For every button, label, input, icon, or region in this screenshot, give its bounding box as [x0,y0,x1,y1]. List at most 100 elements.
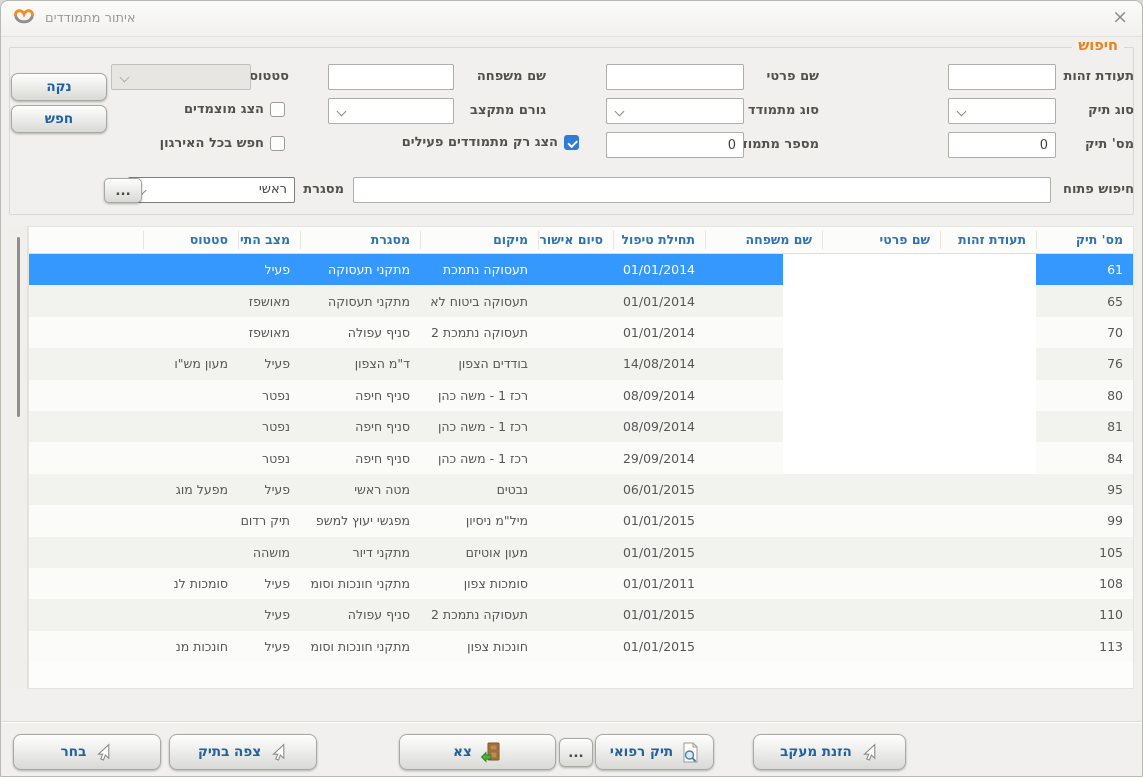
cell-file_state: נפטר [238,451,300,466]
close-icon[interactable]: × [1112,7,1128,27]
header-cell-first_name[interactable]: שם פרטי [822,231,940,249]
header-cell-file_no[interactable]: מס' תיק [1036,231,1133,249]
header-cell-status[interactable]: סטטוס [143,231,238,249]
vertical-scrollbar[interactable] [9,226,28,689]
cell-location: רכז 1 - משה כהן [420,419,538,434]
table-row[interactable]: 11301/01/2015חונכות צפוןמתקני חונכות וסו… [29,631,1133,662]
exit-button[interactable]: צא [399,734,556,770]
track-entry-label: הזנת מעקב [780,744,852,760]
candidate-no-label: מספר מתמודד [732,137,819,152]
open-search-input[interactable] [353,177,1051,203]
cell-framework: ד"מ הצפון [300,356,420,371]
medical-file-icon [681,742,699,763]
scrollbar-thumb[interactable] [17,237,20,417]
cell-framework: מפגשי יעוץ למשפ [300,513,420,528]
framework-value: ראשי [259,182,287,197]
file-no-input[interactable] [948,132,1056,158]
window-title: איתור מתמודדים [45,11,136,26]
select-button[interactable]: בחר [13,734,161,770]
table-row[interactable]: 10501/01/2015מעון אוטיזםמתקני דיורמושהה [29,537,1133,568]
cell-framework: סניף חיפה [300,419,420,434]
active-only-checkbox[interactable] [564,135,579,150]
cell-framework: סניף עפולה [300,325,420,340]
cell-location: תעסוקה נתמכת 2 [420,607,538,622]
first-name-input[interactable] [606,64,744,90]
budget-source-select[interactable] [328,98,454,124]
header-cell-start_date[interactable]: תחילת טיפול [613,231,705,249]
candidate-type-label: סוג מתמודד [748,103,819,118]
chevron-down-icon [337,107,347,117]
medical-file-button[interactable]: תיק רפואי [595,734,714,770]
status-label: סטטוס [249,69,289,84]
cell-location: בודדים הצפון [420,356,538,371]
candidate-no-input[interactable] [606,132,744,158]
cell-file_no: 70 [1036,325,1133,340]
track-entry-button[interactable]: הזנת מעקב [753,734,906,770]
cell-location: רכז 1 - משה כהן [420,451,538,466]
cell-location: תעסוקה ביטוח לא [420,294,538,309]
id-input[interactable] [948,64,1056,90]
active-only-row: הצג רק מתמודדים פעילים [402,135,579,150]
header-cell-id[interactable]: תעודת זהות [940,231,1036,249]
header-cell-end_date[interactable]: סיום אישור [538,231,613,249]
chevron-down-icon [957,107,967,117]
table-row[interactable]: 10801/01/2011סומכות צפוןמתקני חונכות וסו… [29,568,1133,599]
dialog-window: איתור מתמודדים × חיפוש תעודת זהות שם פרט… [0,0,1143,777]
cell-file_state: פעיל [238,482,300,497]
cursor-icon [94,743,113,762]
file-type-select[interactable] [948,98,1056,124]
header-cell-framework[interactable]: מסגרת [300,231,420,249]
cell-framework: סניף חיפה [300,388,420,403]
cell-status: סומכות לנ [143,576,238,591]
cell-file_no: 105 [1036,545,1133,560]
search-all-org-checkbox[interactable] [270,136,285,151]
first-name-label: שם פרטי [767,69,819,84]
title-bar: איתור מתמודדים × [1,1,1142,37]
redacted-names-area [783,254,1036,474]
cell-file_state: פעיל [238,639,300,654]
table-row[interactable]: 9901/01/2015מיל"מ ניסיוןמפגשי יעוץ למשפת… [29,505,1133,536]
framework-browse-button[interactable]: ... [104,178,142,203]
cell-framework: מתקני חונכות וסומ [300,576,420,591]
show-attached-checkbox[interactable] [270,102,285,117]
search-button[interactable]: חפש [11,105,107,133]
header-cell-last_name[interactable]: שם משפחה [705,231,822,249]
table-row[interactable]: 9506/01/2015נבטיםמטה ראשיפעילמפעל מוג [29,474,1133,505]
table-row[interactable]: 11001/01/2015תעסוקה נתמכת 2סניף עפולהפעי… [29,599,1133,630]
status-select [111,64,251,90]
exit-door-icon [480,741,502,763]
cell-status: מעון מש"ו [143,356,238,371]
framework-select[interactable]: ראשי [128,177,295,203]
cell-start_date: 08/09/2014 [613,419,705,434]
last-name-input[interactable] [328,64,454,90]
cell-start_date: 01/01/2015 [613,545,705,560]
clear-button[interactable]: נקה [11,73,107,101]
view-file-button[interactable]: צפה בתיק [169,734,317,770]
cell-start_date: 06/01/2015 [613,482,705,497]
cell-location: רכז 1 - משה כהן [420,388,538,403]
cell-framework: סניף עפולה [300,607,420,622]
title-group: איתור מתמודדים [11,6,136,30]
show-attached-row: הצג מוצמדים [184,102,285,117]
cell-framework: מטה ראשי [300,482,420,497]
cell-file_state: פעיל [238,576,300,591]
cell-location: סומכות צפון [420,576,538,591]
file-type-label: סוג תיק [1088,103,1134,118]
cell-file_state: מאושפז [238,325,300,340]
cell-file_state: פעיל [238,262,300,277]
app-logo-heart-icon [11,6,37,30]
more-button[interactable]: ... [559,738,593,767]
cell-file_state: מאושפז [238,294,300,309]
show-attached-label: הצג מוצמדים [184,102,264,117]
file-no-label: מס' תיק [1085,137,1134,152]
cell-file_no: 76 [1036,356,1133,371]
table-body: 6101/01/2014תעסוקה נתמכתמתקני תעסוקהפעיל… [29,254,1133,662]
cell-start_date: 01/01/2015 [613,513,705,528]
chevron-down-icon [120,73,130,83]
header-cell-location[interactable]: מיקום [420,231,538,249]
header-cell-file_state[interactable]: מצב התיק [238,231,300,249]
cell-start_date: 01/01/2015 [613,639,705,654]
cell-file_no: 108 [1036,576,1133,591]
candidate-type-select[interactable] [606,98,744,124]
cell-file_state: מושהה [238,545,300,560]
